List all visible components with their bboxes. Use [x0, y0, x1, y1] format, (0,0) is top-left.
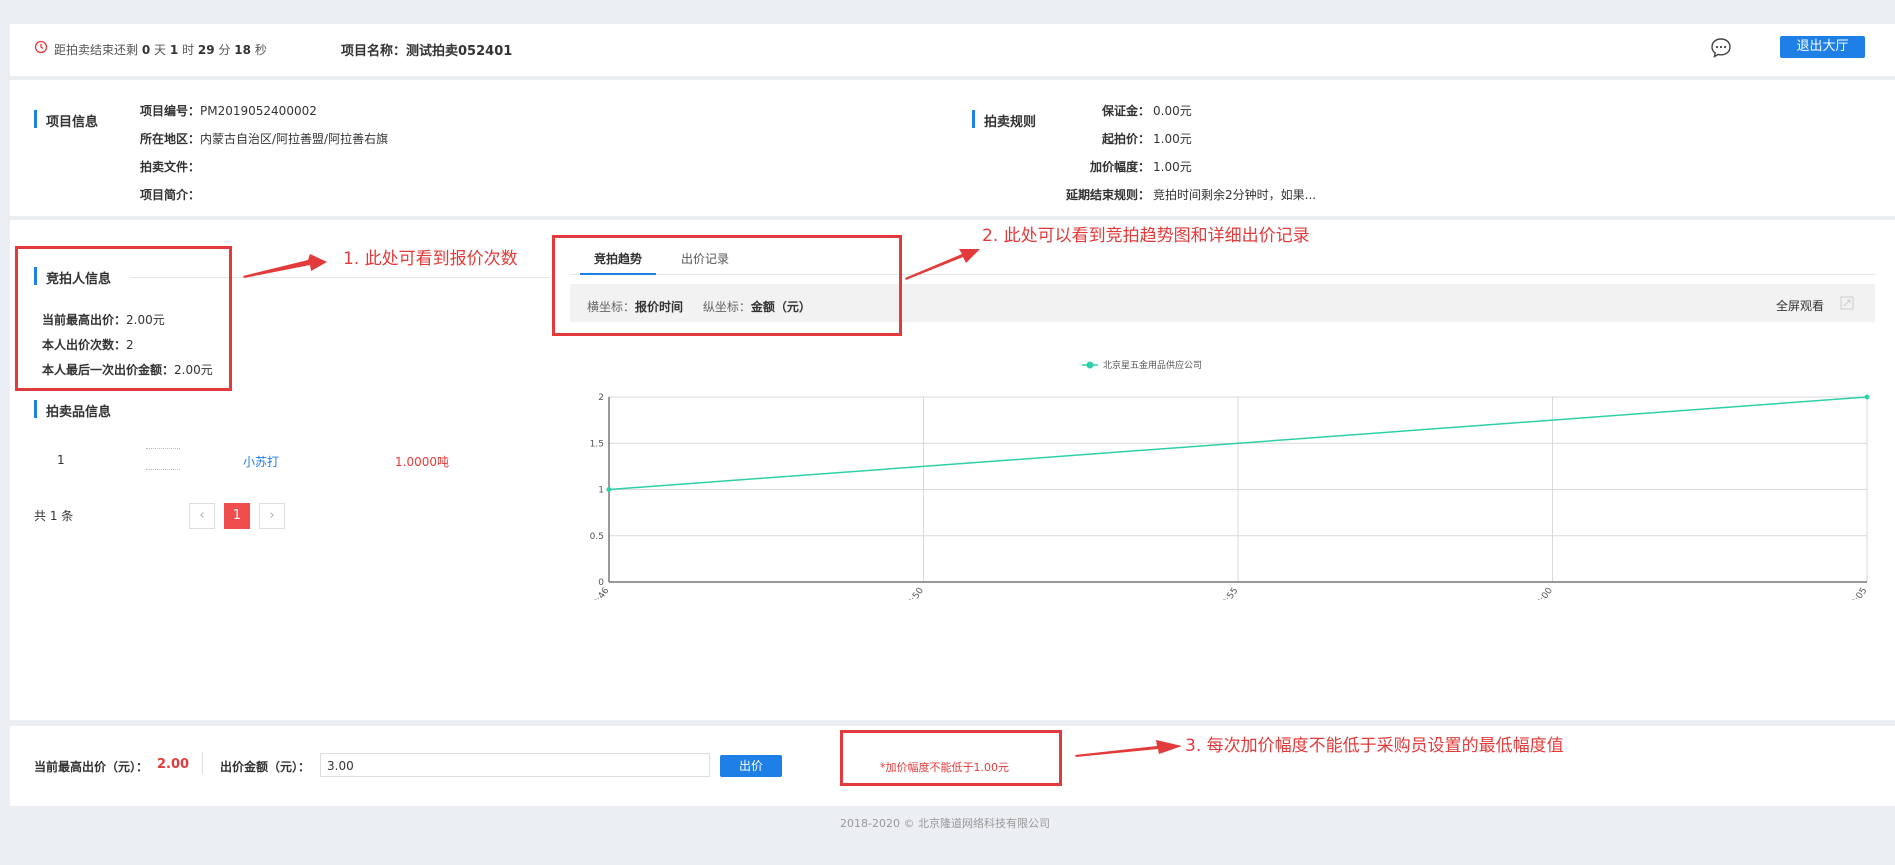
annotation-arrows	[243, 249, 1182, 757]
annotation-1: 1. 此处可看到报价次数	[343, 249, 518, 269]
annotation-3: 3. 每次加价幅度不能低于采购员设置的最低幅度值	[1185, 736, 1564, 756]
annotation-2: 2. 此处可以看到竞拍趋势图和详细出价记录	[982, 226, 1310, 246]
